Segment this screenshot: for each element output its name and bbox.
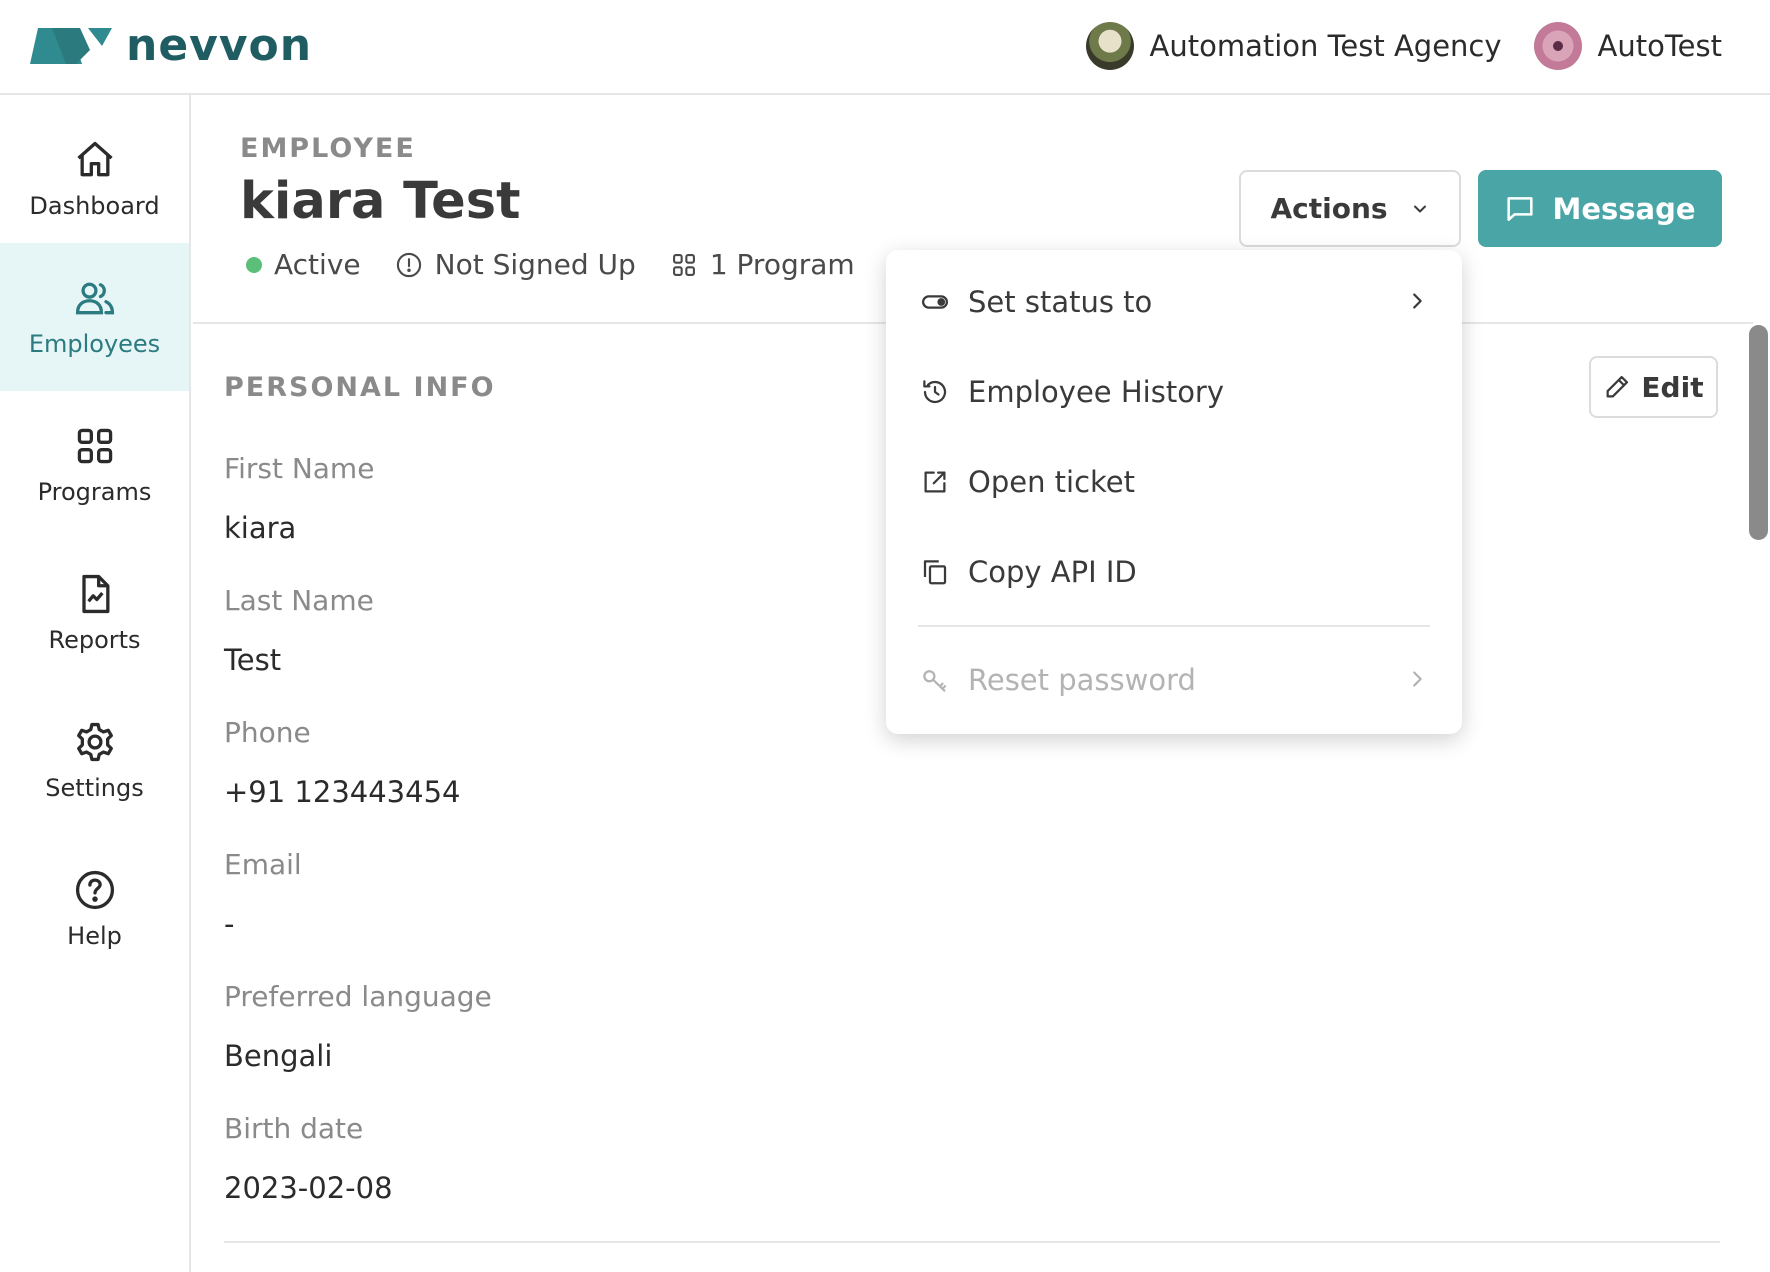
edit-button-label: Edit [1641,370,1704,404]
menu-item-reset-password: Reset password [886,640,1462,720]
report-icon [81,574,109,614]
status-programs-label: 1 Program [709,248,855,281]
alert-circle-icon [396,252,421,277]
top-bar: nevvon Automation Test Agency AutoTest [0,0,1770,95]
preferred-language-value: Bengali [224,1039,333,1073]
grid-icon [672,253,695,276]
sidebar-item-settings[interactable]: Settings [0,687,189,835]
first-name-label: First Name [224,452,375,485]
sidebar-item-label: Settings [45,774,144,802]
page-eyebrow: EMPLOYEE [240,133,416,164]
logo-text: nevvon [126,20,313,71]
section-divider [224,1241,1720,1243]
agency-name: Automation Test Agency [1149,29,1502,63]
logo-mark-icon [30,28,112,64]
employee-status-row: Active Not Signed Up 1 Program [246,248,855,281]
actions-button[interactable]: Actions [1239,170,1461,247]
menu-separator [918,625,1430,627]
email-value: - [224,907,235,941]
email-label: Email [224,848,302,881]
grid-icon [77,428,112,464]
last-name-value: Test [224,643,282,677]
last-name-label: Last Name [224,584,374,617]
key-icon [923,670,947,692]
status-dot-icon [246,256,262,273]
status-signup-label: Not Signed Up [434,248,636,281]
birth-date-label: Birth date [224,1112,364,1145]
user-menu[interactable]: AutoTest [1533,22,1722,70]
preferred-language-label: Preferred language [224,980,492,1013]
chevron-right-icon [1413,671,1422,687]
status-active: Active [246,248,361,281]
nevvon-logo[interactable]: nevvon [30,24,312,68]
sidebar-item-label: Reports [48,626,141,654]
first-name-value: kiara [224,511,297,545]
menu-item-employee-history[interactable]: Employee History [886,352,1462,432]
menu-item-open-ticket[interactable]: Open ticket [886,442,1462,522]
history-icon [923,380,947,404]
sidebar: Dashboard Employees Programs Reports Set… [0,95,191,1272]
edit-button[interactable]: Edit [1589,356,1718,418]
phone-value: +91 123443454 [224,775,461,809]
page-title: kiara Test [240,172,521,231]
user-avatar [1533,22,1582,70]
message-icon [1507,196,1534,221]
message-button[interactable]: Message [1478,170,1722,247]
message-button-label: Message [1552,191,1696,226]
agency-avatar [1085,22,1134,70]
help-icon [75,870,114,910]
gear-icon [76,722,113,762]
sidebar-item-label: Programs [37,478,152,506]
user-name: AutoTest [1597,29,1722,63]
home-icon [76,141,113,177]
sidebar-item-dashboard[interactable]: Dashboard [0,105,189,253]
sidebar-item-help[interactable]: Help [0,835,189,983]
actions-dropdown-menu: Set status to Employee History Open tick… [886,250,1462,734]
menu-item-label: Employee History [968,375,1225,409]
chevron-down-icon [1413,205,1426,212]
menu-item-label: Set status to [968,285,1153,319]
menu-item-label: Reset password [968,663,1196,697]
sidebar-item-employees[interactable]: Employees [0,243,189,391]
sidebar-item-label: Dashboard [29,192,160,220]
menu-item-set-status[interactable]: Set status to [886,262,1462,342]
actions-button-label: Actions [1270,192,1388,225]
status-programs: 1 Program [670,248,855,281]
personal-info-title: PERSONAL INFO [224,372,496,403]
toggle-icon [922,295,948,309]
chevron-right-icon [1413,293,1422,309]
menu-item-label: Copy API ID [968,555,1137,589]
sidebar-item-programs[interactable]: Programs [0,391,189,539]
sidebar-item-reports[interactable]: Reports [0,539,189,687]
users-icon [75,282,114,315]
status-signup: Not Signed Up [395,248,636,281]
agency-switcher[interactable]: Automation Test Agency [1085,22,1502,70]
birth-date-value: 2023-02-08 [224,1171,393,1205]
header-accounts: Automation Test Agency AutoTest [1085,22,1722,70]
sidebar-item-label: Employees [28,330,161,358]
scrollbar-thumb[interactable] [1749,325,1768,540]
phone-label: Phone [224,716,311,749]
menu-item-copy-api-id[interactable]: Copy API ID [886,532,1462,612]
status-active-label: Active [274,248,361,281]
menu-item-label: Open ticket [968,465,1136,499]
sidebar-item-label: Help [67,922,122,950]
external-link-icon [924,471,946,493]
pencil-icon [1606,375,1629,398]
copy-icon [923,560,947,585]
